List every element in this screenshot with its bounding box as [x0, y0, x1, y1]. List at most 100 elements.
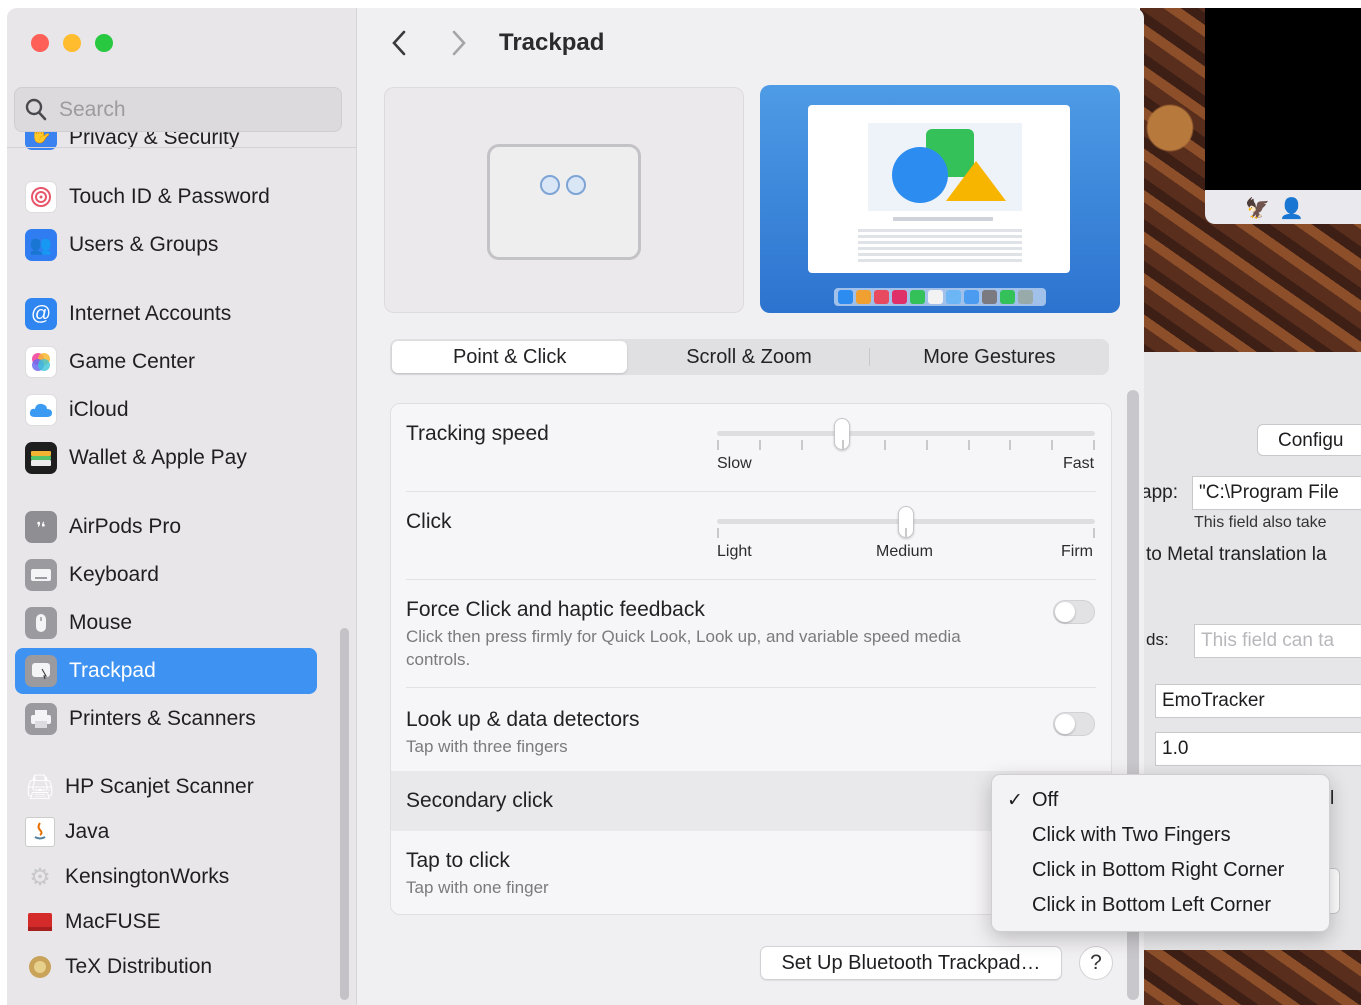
sidebar-item-label: Printers & Scanners — [69, 707, 256, 730]
search-field[interactable] — [14, 87, 342, 132]
tab-point-click[interactable]: Point & Click — [392, 341, 628, 373]
sidebar-item-wallet-apple-pay[interactable]: Wallet & Apple Pay — [15, 435, 317, 481]
look-up-toggle[interactable] — [1053, 712, 1095, 736]
sidebar-item-keyboard[interactable]: Keyboard — [15, 552, 317, 598]
mouse-icon — [25, 607, 57, 639]
click-pressure-slider[interactable] — [717, 506, 1095, 538]
force-click-row: Force Click and haptic feedback Click th… — [391, 580, 1111, 688]
tab-separator — [868, 348, 870, 366]
checkmark-icon: ✓ — [1007, 790, 1023, 811]
menu-item-off[interactable]: ✓ Off — [992, 785, 1331, 819]
sidebar-item-label: Keyboard — [69, 563, 159, 586]
wallet-icon — [25, 442, 57, 474]
sidebar-item-label: Game Center — [69, 350, 196, 373]
configure-button[interactable]: Configu — [1257, 424, 1361, 456]
sidebar-item-label: KensingtonWorks — [65, 865, 230, 888]
zoom-window-button[interactable] — [95, 34, 113, 52]
sidebar-scrollbar[interactable] — [340, 628, 349, 1000]
light-label: Light — [717, 543, 752, 560]
force-click-description: Click then press firmly for Quick Look, … — [406, 627, 961, 669]
finger-dot-icon — [566, 175, 586, 195]
sidebar-item-macfuse[interactable]: MacFUSE — [15, 899, 317, 945]
click-row: Click Light Medium Firm — [391, 492, 1111, 580]
sidebar-item-label: TeX Distribution — [65, 955, 213, 978]
finger-dot-icon — [540, 175, 560, 195]
slider-tick — [842, 440, 845, 450]
game-center-icon — [25, 346, 57, 378]
slider-tick — [717, 440, 719, 450]
screen-preview — [760, 85, 1120, 313]
back-chevron-icon[interactable] — [387, 28, 413, 58]
sidebar-item-users-groups[interactable]: 👥 Users & Groups — [15, 222, 317, 268]
sidebar-item-label: Mouse — [69, 611, 133, 634]
preview-window — [808, 105, 1070, 273]
app-path-field[interactable]: "C:\Program File — [1192, 476, 1361, 510]
tracking-speed-label: Tracking speed — [406, 422, 549, 445]
secondary-click-label: Secondary click — [406, 789, 554, 812]
help-button[interactable]: ? — [1079, 946, 1113, 980]
sidebar-item-kensingtonworks[interactable]: ⚙ KensingtonWorks — [15, 854, 317, 900]
sidebar-item-internet-accounts[interactable]: @ Internet Accounts — [15, 291, 317, 337]
trackpad-icon — [25, 655, 57, 687]
setup-bluetooth-trackpad-button[interactable]: Set Up Bluetooth Trackpad… — [760, 946, 1062, 980]
app-label: app: — [1141, 482, 1178, 503]
look-up-row: Look up & data detectors Tap with three … — [391, 688, 1111, 771]
slider-tick — [800, 440, 803, 450]
slider-tick — [925, 440, 928, 450]
tracking-speed-slider[interactable] — [717, 418, 1095, 450]
sidebar-item-label: Trackpad — [69, 659, 156, 682]
name-field[interactable]: EmoTracker — [1155, 684, 1361, 718]
sidebar-item-tex-distribution[interactable]: TeX Distribution — [15, 944, 317, 990]
scanner-icon: 🖨 — [24, 773, 56, 801]
metal-text: to Metal translation la — [1146, 544, 1327, 565]
app-hint-text: This field also take — [1194, 514, 1327, 531]
sidebar-item-mouse[interactable]: Mouse — [15, 600, 317, 646]
click-label: Click — [406, 510, 452, 533]
tap-to-click-description: Tap with one finger — [406, 878, 549, 897]
tab-scroll-zoom[interactable]: Scroll & Zoom — [631, 341, 866, 373]
sidebar-item-touch-id-password[interactable]: Touch ID & Password — [15, 174, 317, 220]
args-field[interactable]: This field can ta — [1194, 624, 1361, 658]
sidebar-item-printers-scanners[interactable]: Printers & Scanners — [15, 696, 317, 742]
user-icon: 👤 — [1279, 198, 1304, 220]
menu-item-label: Click with Two Fingers — [1032, 824, 1231, 846]
slider-tick — [1093, 528, 1095, 538]
menu-item-bottom-right-corner[interactable]: Click in Bottom Right Corner — [992, 855, 1331, 889]
system-settings-window: ✋ Privacy & Security Touch ID & Password… — [7, 8, 1144, 1005]
tab-more-gestures[interactable]: More Gestures — [872, 341, 1107, 373]
forward-chevron-icon[interactable] — [445, 28, 471, 58]
slider-tick — [967, 440, 970, 450]
sidebar-item-airpods-pro[interactable]: ❜❛ AirPods Pro — [15, 504, 317, 550]
search-input[interactable] — [59, 96, 329, 124]
minimize-window-button[interactable] — [63, 34, 81, 52]
sidebar-item-label: HP Scanjet Scanner — [65, 775, 254, 798]
slider-tick — [1093, 440, 1095, 450]
sidebar-item-label: Touch ID & Password — [69, 185, 270, 208]
cloud-icon — [25, 394, 57, 426]
hands-icon: 🦅 — [1245, 198, 1270, 220]
sidebar-item-trackpad[interactable]: Trackpad — [15, 648, 317, 694]
force-click-label: Force Click and haptic feedback — [406, 598, 705, 621]
tracking-speed-row: Tracking speed Slow Fast — [391, 404, 1111, 492]
sidebar-item-hp-scanjet-scanner[interactable]: 🖨 HP Scanjet Scanner — [15, 764, 317, 810]
sidebar-divider — [7, 147, 357, 148]
version-field[interactable]: 1.0 — [1155, 732, 1361, 766]
users-icon: 👥 — [25, 229, 57, 261]
slider-tick — [1051, 440, 1054, 450]
menu-item-bottom-left-corner[interactable]: Click in Bottom Left Corner — [992, 890, 1331, 924]
args-label: ds: — [1146, 630, 1169, 649]
sidebar-item-label: Java — [65, 820, 110, 843]
secondary-click-menu: ✓ Off Click with Two Fingers Click in Bo… — [991, 774, 1330, 932]
force-click-toggle[interactable] — [1053, 600, 1095, 624]
menu-item-click-two-fingers[interactable]: Click with Two Fingers — [992, 820, 1331, 854]
sidebar-item-game-center[interactable]: Game Center — [15, 339, 317, 385]
sidebar-item-icloud[interactable]: iCloud — [15, 387, 317, 433]
search-icon — [25, 98, 47, 121]
fingerprint-icon — [25, 181, 57, 213]
sidebar: ✋ Privacy & Security Touch ID & Password… — [7, 8, 357, 1005]
menu-item-label: Click in Bottom Left Corner — [1032, 894, 1271, 916]
sidebar-item-java[interactable]: Java — [15, 809, 317, 855]
menu-item-label: Off — [1032, 789, 1059, 811]
close-window-button[interactable] — [31, 34, 49, 52]
slider-tick — [905, 528, 907, 538]
